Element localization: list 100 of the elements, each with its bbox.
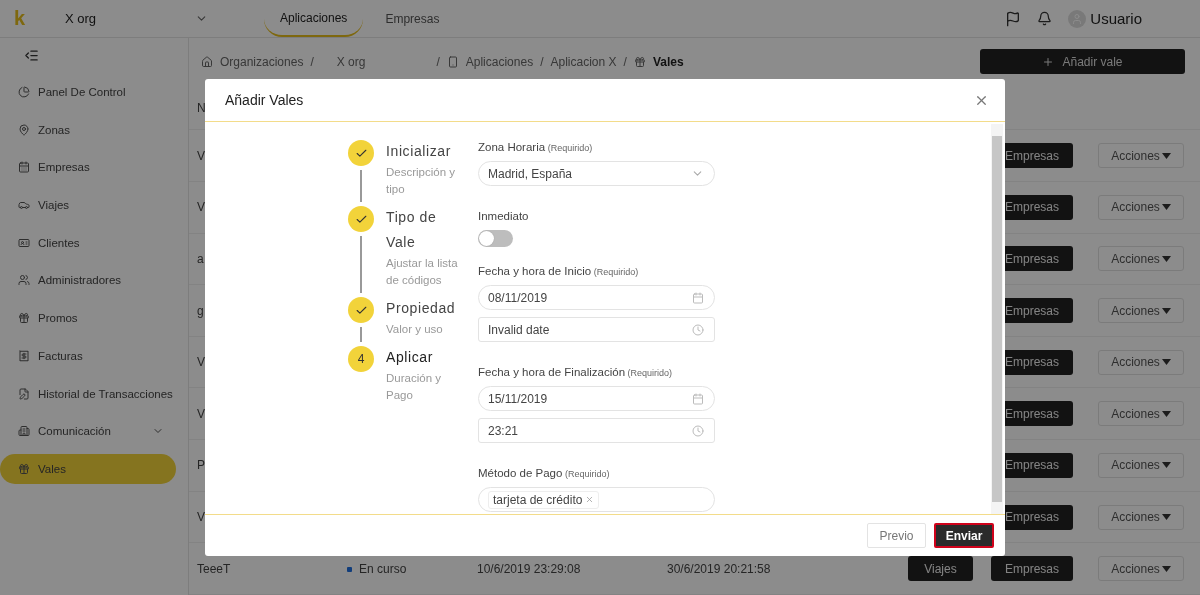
- step-title: Aplicar: [386, 348, 434, 367]
- caret-icon: [1161, 514, 1171, 521]
- field-label: Fecha y hora de Inicio (Requirido): [478, 264, 640, 279]
- gift-icon: [633, 55, 646, 68]
- gift-icon: [18, 462, 30, 475]
- scrollbar[interactable]: [991, 124, 1003, 514]
- breadcrumb-separator: /: [540, 54, 544, 69]
- breadcrumb-link[interactable]: X org: [336, 54, 366, 69]
- submit-button[interactable]: Enviar: [934, 523, 994, 548]
- caret-icon: [1161, 462, 1171, 469]
- field-label: Zona Horaria (Requirido): [478, 140, 594, 155]
- modal-title: Añadir Vales: [225, 92, 304, 108]
- users-icon: [18, 274, 30, 287]
- actions-dropdown[interactable]: Acciones: [1098, 298, 1184, 324]
- step-description: Descripción y tipo: [386, 165, 457, 197]
- breadcrumb-separator: /: [436, 54, 440, 69]
- id-card-icon: [18, 236, 30, 249]
- sidebar-item[interactable]: Zonas: [0, 114, 176, 145]
- user-name[interactable]: Usuario: [1090, 10, 1142, 27]
- caret-icon: [1161, 204, 1171, 211]
- field-label: Inmediato: [478, 209, 530, 224]
- table-cell: En curso: [347, 561, 477, 576]
- row-button[interactable]: Empresas: [990, 556, 1073, 582]
- calendar-icon: [692, 291, 704, 304]
- calendar-icon: [692, 392, 704, 405]
- table-cell-text: TeeeT: [197, 561, 232, 576]
- calendar-icon: [18, 161, 30, 174]
- plus-icon: [1042, 55, 1055, 68]
- sidebar-item[interactable]: Empresas: [0, 152, 176, 183]
- caret-icon: [1161, 152, 1171, 159]
- sidebar-item[interactable]: Administradores: [0, 265, 176, 296]
- clock-icon: [692, 323, 704, 336]
- step-description: Duración y Pago: [386, 371, 442, 403]
- table-cell-text: V: [197, 148, 206, 163]
- step-description: Valor y uso: [386, 322, 444, 337]
- time-field[interactable]: Invalid date: [478, 317, 715, 342]
- table-cell-text: V: [197, 200, 206, 215]
- menu-icon[interactable]: [24, 48, 39, 63]
- sidebar-item[interactable]: Panel De Control: [0, 77, 176, 107]
- step-description: Ajustar la lista de códigos: [386, 256, 459, 288]
- step-title: Propiedad: [386, 299, 457, 318]
- field-label: Fecha y hora de Finalización (Requirido): [478, 365, 674, 380]
- sidebar-item[interactable]: Viajes: [0, 190, 176, 221]
- table-cell-text: V: [197, 406, 206, 421]
- breadcrumb-link[interactable]: Aplicacion X: [550, 54, 617, 69]
- phone-icon: [446, 55, 459, 68]
- caret-icon: [1161, 359, 1171, 366]
- breadcrumb-separator: /: [310, 54, 314, 69]
- field-label: Método de Pago (Requirido): [478, 466, 611, 481]
- actions-dropdown[interactable]: Acciones: [1098, 556, 1184, 582]
- sidebar-item[interactable]: Historial de Transacciones: [0, 378, 176, 409]
- nav-tab[interactable]: Empresas: [369, 0, 456, 37]
- row-button[interactable]: Viajes: [907, 556, 973, 582]
- tag-chip: tarjeta de crédito: [488, 490, 600, 509]
- back-button[interactable]: Previo: [867, 523, 926, 548]
- chart-icon: [18, 86, 30, 98]
- pin-icon: [18, 123, 30, 136]
- car-icon: [18, 199, 30, 212]
- table-cell-text: g: [197, 303, 205, 318]
- actions-dropdown[interactable]: Acciones: [1098, 246, 1184, 272]
- breadcrumb-link[interactable]: Vales: [652, 54, 684, 69]
- table-cell-text: V: [197, 355, 206, 370]
- step-number: 4: [348, 346, 374, 372]
- sidebar-item[interactable]: Facturas: [0, 340, 176, 371]
- time-field[interactable]: 23:21: [478, 418, 715, 443]
- table-cell-text: a: [197, 251, 205, 266]
- sidebar-item[interactable]: Comunicación: [0, 416, 176, 447]
- table-cell-text: P: [197, 458, 206, 473]
- table-cell-text: V: [197, 510, 206, 525]
- remove-icon[interactable]: [585, 495, 595, 504]
- actions-dropdown[interactable]: Acciones: [1098, 194, 1184, 220]
- caret-icon: [1161, 410, 1171, 417]
- add-button[interactable]: Añadir vale: [980, 49, 1185, 75]
- building-icon: [18, 425, 30, 438]
- table-cell-text: 30/6/2019 20:21:58: [667, 561, 772, 576]
- org-name[interactable]: X org: [58, 11, 195, 26]
- flag-icon[interactable]: [1005, 10, 1022, 27]
- breadcrumb-separator: /: [623, 54, 627, 69]
- step-title: Tipo de Vale: [386, 208, 438, 252]
- clock-icon: [692, 424, 704, 437]
- actions-dropdown[interactable]: Acciones: [1098, 143, 1184, 169]
- actions-dropdown[interactable]: Acciones: [1098, 401, 1184, 427]
- home-icon: [201, 55, 213, 68]
- bell-icon[interactable]: [1037, 11, 1053, 26]
- sidebar-item[interactable]: Clientes: [0, 227, 176, 258]
- caret-icon: [1161, 255, 1171, 262]
- edit-icon: [18, 387, 30, 400]
- breadcrumb-link[interactable]: Aplicaciones: [465, 54, 534, 69]
- actions-dropdown[interactable]: Acciones: [1098, 504, 1184, 530]
- table-cell-text: 10/6/2019 23:29:08: [477, 561, 582, 576]
- actions-dropdown[interactable]: Acciones: [1098, 349, 1184, 375]
- caret-icon: [1161, 307, 1171, 314]
- toggle-switch[interactable]: [478, 230, 513, 247]
- receipt-icon: [18, 349, 30, 362]
- sidebar-item[interactable]: Promos: [0, 303, 176, 334]
- actions-dropdown[interactable]: Acciones: [1098, 452, 1184, 478]
- caret-icon: [1161, 565, 1171, 572]
- gift-icon: [18, 312, 30, 325]
- sidebar-item[interactable]: Vales: [0, 453, 176, 484]
- breadcrumb-link[interactable]: Organizaciones: [220, 54, 304, 69]
